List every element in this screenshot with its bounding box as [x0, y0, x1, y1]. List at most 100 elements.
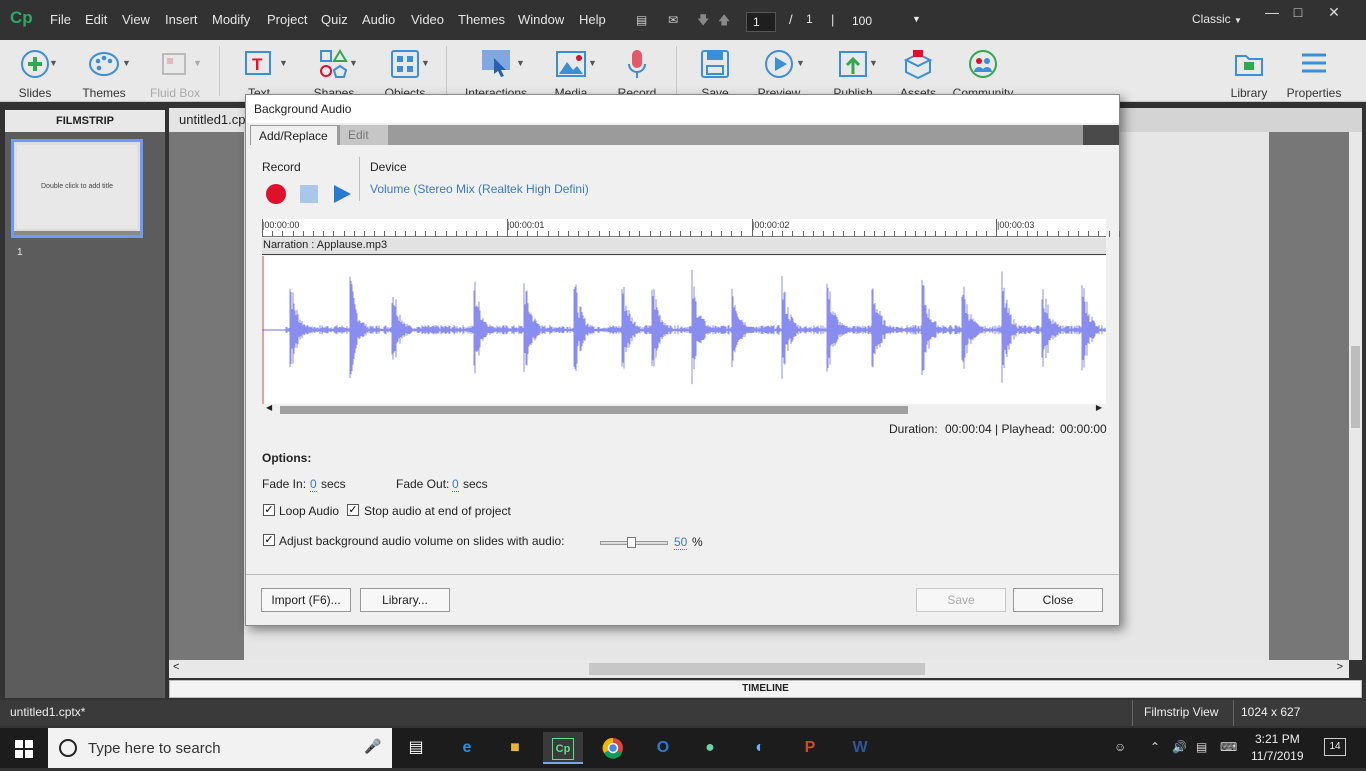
page-number-input[interactable]: 1	[746, 12, 776, 32]
ruler-tick	[353, 231, 355, 237]
vertical-scroll-thumb[interactable]	[1351, 346, 1360, 428]
save-button[interactable]: Save	[680, 40, 750, 102]
fade-in-input[interactable]: 0	[310, 477, 317, 492]
chevron-up-icon[interactable]: ⌃	[1150, 740, 1160, 754]
menu-edit[interactable]: Edit	[85, 12, 107, 27]
clock-time[interactable]: 3:21 PM	[1255, 732, 1300, 746]
zoom-select[interactable]: 100 ▼	[846, 12, 926, 32]
captivate-taskbar-icon[interactable]: Cp	[543, 732, 583, 764]
stop-icon[interactable]	[299, 184, 319, 204]
slide-thumbnail[interactable]: Double click to add title	[11, 139, 143, 238]
publish-button[interactable]: ▼ Publish	[818, 40, 888, 102]
menu-project[interactable]: Project	[267, 12, 307, 27]
objects-button[interactable]: ▼ Objects	[370, 40, 440, 102]
ruler-tick	[659, 231, 661, 237]
tab-add-replace[interactable]: Add/Replace	[250, 125, 338, 145]
maximize-button[interactable]: □	[1284, 2, 1312, 22]
menu-help[interactable]: Help	[579, 12, 606, 27]
media-button[interactable]: ▼ Media	[536, 40, 606, 102]
notifications-icon[interactable]: 14	[1324, 738, 1346, 756]
device-selector[interactable]: Volume (Stereo Mix (Realtek High Defini)	[370, 182, 589, 196]
fade-out-input[interactable]: 0	[452, 477, 459, 492]
people-icon[interactable]: ☺	[1114, 740, 1126, 754]
menu-window[interactable]: Window	[518, 12, 564, 27]
scroll-right-icon[interactable]: >	[1337, 661, 1343, 673]
stop-audio-checkbox[interactable]: ✓	[347, 504, 359, 516]
record-icon[interactable]	[265, 183, 287, 205]
horizontal-scroll-thumb[interactable]	[589, 663, 925, 675]
outlook-icon[interactable]: O	[643, 732, 683, 764]
volume-icon[interactable]: 🔊	[1172, 740, 1187, 754]
themes-button[interactable]: ▼ Themes	[69, 40, 139, 102]
volume-input[interactable]: 50	[674, 535, 688, 550]
menu-quiz[interactable]: Quiz	[321, 12, 348, 27]
play-icon[interactable]	[332, 183, 352, 205]
microphone-icon[interactable]: 🎤	[364, 738, 381, 755]
loop-audio-checkbox[interactable]: ✓	[263, 504, 275, 516]
horizontal-scrollbar[interactable]: < >	[169, 660, 1349, 678]
assets-button[interactable]: Assets	[883, 40, 953, 102]
workspace-select[interactable]: Classic ▼	[1192, 12, 1242, 26]
ruler-tick	[925, 231, 926, 237]
close-dialog-button[interactable]: Close	[1013, 588, 1103, 612]
powerpoint-icon[interactable]: P	[790, 732, 830, 764]
windows-start-icon[interactable]	[15, 740, 33, 758]
arrow-up-icon[interactable]: 🡅	[718, 14, 732, 26]
library-button[interactable]: Library	[1214, 40, 1284, 102]
search-placeholder: Type here to search	[88, 740, 221, 757]
assets-box-icon	[903, 50, 933, 80]
shapes-button[interactable]: ▼ Shapes	[299, 40, 369, 102]
menu-audio[interactable]: Audio	[362, 12, 395, 27]
app-icon[interactable]: ●	[690, 732, 730, 764]
menu-themes[interactable]: Themes	[458, 12, 505, 27]
page-separator: /	[789, 12, 793, 27]
library-dialog-button[interactable]: Library...	[360, 588, 450, 612]
file-explorer-icon[interactable]: ■	[495, 732, 535, 764]
arrow-down-icon[interactable]: 🡇	[697, 14, 711, 26]
slides-button[interactable]: ▼ Slides	[0, 40, 70, 102]
menu-file[interactable]: File	[50, 12, 71, 27]
app-icon[interactable]: ◐	[740, 732, 780, 764]
task-view-icon[interactable]: ▤	[396, 732, 436, 764]
tab-edit[interactable]: Edit	[340, 125, 388, 145]
fluid-box-button[interactable]: ▼ Fluid Box	[140, 40, 210, 102]
chrome-icon[interactable]	[593, 732, 633, 764]
menu-modify[interactable]: Modify	[212, 12, 250, 27]
properties-button[interactable]: Properties	[1279, 40, 1349, 102]
preview-button[interactable]: ▼ Preview	[744, 40, 814, 102]
timeline-bar[interactable]: TIMELINE	[169, 680, 1362, 698]
menu-view[interactable]: View	[122, 12, 150, 27]
scroll-left-icon[interactable]: <	[173, 661, 179, 673]
scroll-right-icon[interactable]: ▶	[1096, 403, 1102, 412]
menu-video[interactable]: Video	[411, 12, 444, 27]
playhead-value: 00:00:00	[1060, 422, 1107, 436]
volume-slider[interactable]	[600, 537, 668, 548]
taskbar-search[interactable]: Type here to search 🎤	[48, 728, 392, 768]
vertical-scrollbar[interactable]	[1349, 132, 1362, 660]
waveform-scrollbar[interactable]: ◀ ▶	[262, 403, 1106, 416]
ruler-tick	[323, 231, 325, 237]
palette-icon	[89, 52, 119, 76]
scroll-left-icon[interactable]: ◀	[266, 403, 272, 412]
community-button[interactable]: Community	[948, 40, 1018, 102]
minimize-button[interactable]: —	[1258, 2, 1286, 22]
close-window-button[interactable]: ✕	[1320, 2, 1348, 22]
text-button[interactable]: T ▼ Text	[224, 40, 294, 102]
edge-icon[interactable]: e	[447, 732, 487, 764]
import-button[interactable]: Import (F6)...	[261, 588, 351, 612]
interactions-button[interactable]: ▼ Interactions	[461, 40, 531, 102]
menu-insert[interactable]: Insert	[165, 12, 198, 27]
save-dialog-button[interactable]: Save	[916, 588, 1006, 612]
waveform-view[interactable]	[262, 256, 1106, 404]
keyboard-icon[interactable]: ⌨	[1220, 740, 1237, 754]
waveform-scroll-thumb[interactable]	[280, 406, 908, 414]
word-icon[interactable]: W	[840, 732, 880, 764]
adjust-volume-checkbox[interactable]: ✓	[263, 534, 275, 546]
comment-icon[interactable]: ▤	[636, 14, 650, 26]
volume-slider-knob[interactable]	[627, 537, 636, 548]
clock-date[interactable]: 11/7/2019	[1251, 749, 1304, 763]
network-icon[interactable]: ▤	[1196, 740, 1207, 754]
record-button[interactable]: Record	[602, 40, 672, 102]
mail-icon[interactable]: ✉	[668, 14, 682, 26]
fade-in-label: Fade In:	[262, 477, 307, 491]
